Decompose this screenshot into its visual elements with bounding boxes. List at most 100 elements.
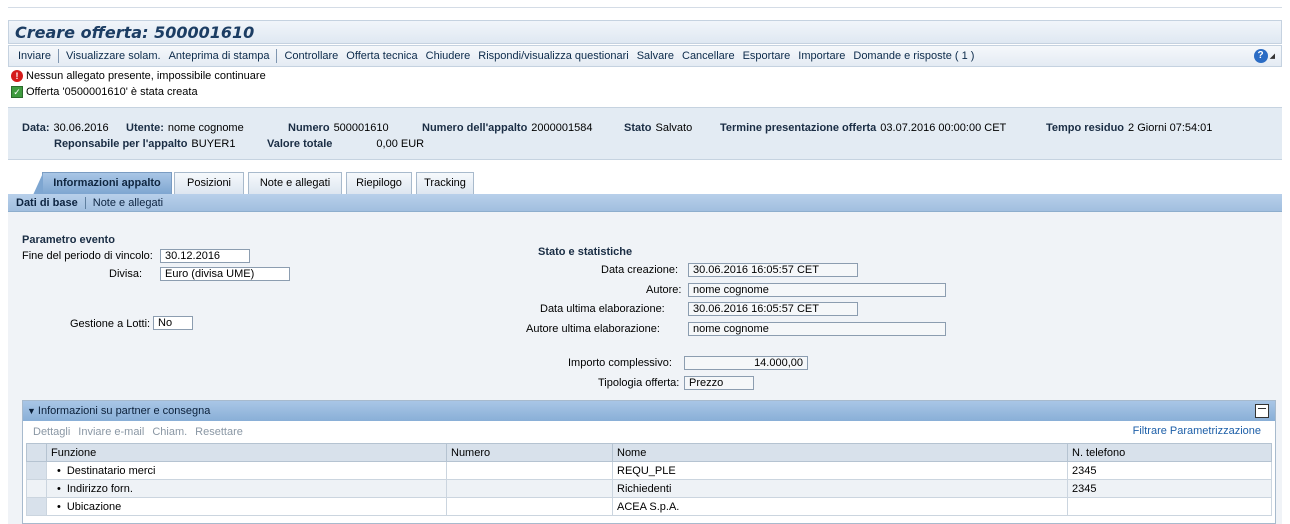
- label-tipologia-offerta: Tipologia offerta:: [598, 377, 680, 389]
- title-bar: Creare offerta: 500001610: [8, 20, 1282, 44]
- column-header-numero[interactable]: Numero: [446, 443, 613, 462]
- toolbar-separator: [58, 49, 60, 63]
- delete-button[interactable]: Cancellare: [678, 50, 739, 62]
- caret-down-icon: ◢: [1269, 53, 1275, 60]
- filter-settings-link[interactable]: Filtrare Parametrizzazione: [1133, 425, 1261, 437]
- cell-funzione: • Indirizzo forn.: [46, 479, 447, 498]
- label-autore-ultima-elaborazione: Autore ultima elaborazione:: [526, 323, 660, 335]
- header-deadline: Termine presentazione offerta 03.07.2016 …: [720, 122, 1007, 134]
- cell-telefono: 2345: [1067, 461, 1272, 480]
- error-icon: !: [11, 70, 23, 82]
- autore-ultima-elaborazione-field: nome cognome: [688, 322, 946, 336]
- close-button[interactable]: Chiudere: [422, 50, 475, 62]
- partner-table: Funzione Numero Nome N. telefono • Destin…: [26, 443, 1272, 516]
- fine-periodo-field[interactable]: 30.12.2016: [160, 249, 250, 263]
- error-message-text: Nessun allegato presente, impossibile co…: [26, 70, 266, 82]
- message-area: ! Nessun allegato presente, impossibile …: [8, 68, 1282, 104]
- export-button[interactable]: Esportare: [739, 50, 795, 62]
- header-remaining-time: Tempo residuo 2 Giorni 07:54:01: [1046, 122, 1213, 134]
- call-button[interactable]: Chiam.: [152, 426, 187, 438]
- autore-field: nome cognome: [688, 283, 946, 297]
- row-selector[interactable]: [26, 479, 47, 498]
- header-number: Numero 500001610: [288, 122, 389, 134]
- table-row[interactable]: • Destinatario merci REQU_PLE 2345: [26, 461, 1272, 480]
- cell-funzione: • Destinatario merci: [46, 461, 447, 480]
- send-button[interactable]: Inviare: [14, 50, 55, 62]
- cell-nome: Richiedenti: [612, 479, 1068, 498]
- print-preview-button[interactable]: Anteprima di stampa: [165, 50, 274, 62]
- reset-button[interactable]: Resettare: [195, 426, 243, 438]
- qa-button[interactable]: Domande e risposte ( 1 ): [849, 50, 978, 62]
- tab-label: Note e allegati: [259, 177, 331, 189]
- partner-panel-header[interactable]: ▼ Informazioni su partner e consegna: [23, 401, 1275, 421]
- success-message: ✓ Offerta '0500001610' è stata creata: [8, 84, 1282, 100]
- label-importo-complessivo: Importo complessivo:: [568, 357, 672, 369]
- main-toolbar: Inviare Visualizzare solam. Anteprima di…: [8, 45, 1282, 67]
- partner-panel: ▼ Informazioni su partner e consegna Det…: [22, 400, 1276, 524]
- tab-tracking[interactable]: Tracking: [416, 172, 474, 194]
- triangle-down-icon[interactable]: ▼: [27, 406, 36, 416]
- subtab-bar: Dati di base Note e allegati: [8, 194, 1282, 212]
- column-header-funzione[interactable]: Funzione: [46, 443, 447, 462]
- cell-telefono: 2345: [1067, 479, 1272, 498]
- tab-label: Posizioni: [186, 177, 232, 189]
- cell-numero: [446, 479, 613, 498]
- label-autore: Autore:: [646, 284, 682, 296]
- tab-label: Informazioni appalto: [53, 177, 161, 189]
- tab-informazioni-appalto[interactable]: Informazioni appalto: [33, 172, 172, 195]
- header-responsible: Reponsabile per l'appalto BUYER1: [54, 138, 236, 150]
- check-button[interactable]: Controllare: [280, 50, 342, 62]
- tab-riepilogo[interactable]: Riepilogo: [346, 172, 412, 194]
- import-button[interactable]: Importare: [794, 50, 849, 62]
- send-email-button[interactable]: Inviare e-mail: [78, 426, 144, 438]
- label-data-ultima-elaborazione: Data ultima elaborazione:: [540, 303, 665, 315]
- tab-note-allegati[interactable]: Note e allegati: [248, 172, 342, 194]
- tab-slant-decoration: [33, 173, 43, 195]
- table-row[interactable]: • Indirizzo forn. Richiedenti 2345: [26, 479, 1272, 498]
- tabstrip: Informazioni appalto Posizioni Note e al…: [8, 172, 1282, 195]
- table-row[interactable]: • Ubicazione ACEA S.p.A.: [26, 497, 1272, 516]
- table-header-row: Funzione Numero Nome N. telefono: [26, 443, 1272, 462]
- help-icon: ?: [1253, 49, 1268, 63]
- label-data-creazione: Data creazione:: [601, 264, 679, 276]
- save-button[interactable]: Salvare: [633, 50, 678, 62]
- checkmark-icon: ✓: [11, 86, 23, 98]
- column-header-nome[interactable]: Nome: [612, 443, 1068, 462]
- collapse-icon[interactable]: [1255, 404, 1269, 418]
- offer-header: Data: 30.06.2016 Utente: nome cognome Nume…: [8, 107, 1282, 160]
- bullet-icon: •: [57, 482, 61, 495]
- view-only-button[interactable]: Visualizzare solam.: [62, 50, 165, 62]
- importo-complessivo-field: 14.000,00: [684, 356, 808, 370]
- header-date: Data: 30.06.2016: [22, 122, 109, 134]
- column-header-telefono[interactable]: N. telefono: [1067, 443, 1272, 462]
- row-selector[interactable]: [26, 497, 47, 516]
- top-spacer: [8, 0, 1282, 8]
- bullet-icon: •: [57, 464, 61, 477]
- cell-numero: [446, 497, 613, 516]
- subtab-note-allegati[interactable]: Note e allegati: [89, 197, 167, 209]
- help-menu[interactable]: ? ◢: [1253, 49, 1275, 63]
- header-total-value: Valore totale 0,00 EUR: [267, 138, 425, 150]
- row-selector[interactable]: [26, 461, 47, 480]
- tab-label: Riepilogo: [356, 177, 402, 189]
- partner-panel-title: Informazioni su partner e consegna: [37, 405, 211, 417]
- bullet-icon: •: [57, 500, 61, 513]
- content-area: Parametro evento Fine del periodo di vin…: [8, 212, 1282, 524]
- header-status: Stato Salvato: [624, 122, 693, 134]
- subtab-dati-di-base[interactable]: Dati di base: [12, 197, 82, 209]
- gestione-lotti-field[interactable]: No: [153, 316, 193, 330]
- error-message: ! Nessun allegato presente, impossibile …: [8, 68, 1282, 84]
- cell-numero: [446, 461, 613, 480]
- cell-nome: REQU_PLE: [612, 461, 1068, 480]
- header-tender-number: Numero dell'appalto 2000001584: [422, 122, 593, 134]
- divisa-field[interactable]: Euro (divisa UME): [160, 267, 290, 281]
- details-button[interactable]: Dettagli: [33, 426, 70, 438]
- data-creazione-field: 30.06.2016 16:05:57 CET: [688, 263, 858, 277]
- toolbar-separator: [276, 49, 278, 63]
- success-message-text: Offerta '0500001610' è stata creata: [26, 86, 198, 98]
- technical-offer-button[interactable]: Offerta tecnica: [342, 50, 421, 62]
- tipologia-offerta-field: Prezzo: [684, 376, 754, 390]
- tab-posizioni[interactable]: Posizioni: [174, 172, 244, 194]
- select-all-cell[interactable]: [26, 443, 47, 462]
- questionnaires-button[interactable]: Rispondi/visualizza questionari: [474, 50, 632, 62]
